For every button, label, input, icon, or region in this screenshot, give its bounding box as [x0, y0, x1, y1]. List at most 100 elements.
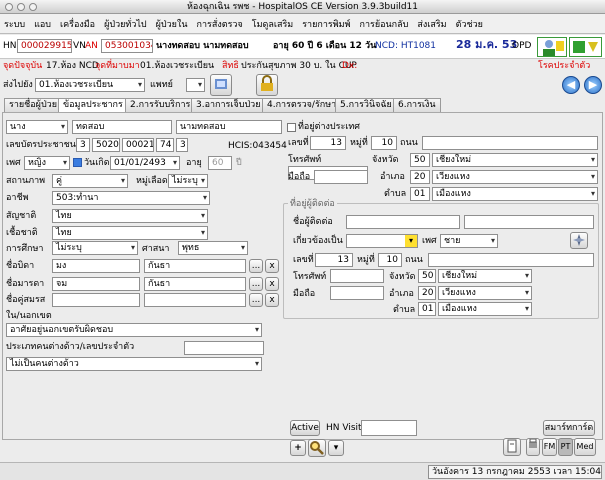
- mother-browse-button[interactable]: ...: [249, 277, 263, 291]
- tab-demographics[interactable]: ข้อมูลประชากร: [58, 98, 128, 113]
- lastname-field[interactable]: นามทดสอบ: [176, 120, 282, 134]
- spouse-browse-button[interactable]: ...: [249, 293, 263, 307]
- search-button[interactable]: [308, 439, 326, 457]
- dob-field[interactable]: 01/01/2493: [110, 156, 180, 170]
- forward-arrow-icon[interactable]: ▶: [584, 76, 602, 94]
- zoom-window-button[interactable]: [29, 3, 37, 11]
- education-select[interactable]: ไม่ระบุ: [52, 241, 138, 255]
- menu-system[interactable]: ระบบ: [4, 17, 25, 31]
- foreign-id-field[interactable]: [184, 341, 264, 355]
- address-subdistrict-code[interactable]: 01: [410, 187, 430, 201]
- send-icon-button[interactable]: [210, 74, 232, 96]
- contact-province-select[interactable]: เชียงใหม่: [438, 269, 532, 283]
- contact-lastname-field[interactable]: [464, 215, 594, 229]
- occupation-select[interactable]: 503:ทำนา: [52, 191, 210, 205]
- spouse-firstname-field[interactable]: [52, 293, 140, 307]
- contact-district-select[interactable]: เวียงแหง: [438, 286, 532, 300]
- dob-known-checkbox[interactable]: [73, 158, 82, 167]
- pid-part-3[interactable]: 00021: [122, 138, 154, 152]
- contact-no-field[interactable]: 13: [315, 253, 353, 267]
- address-province-code[interactable]: 50: [410, 153, 430, 167]
- status-select[interactable]: คู่: [52, 174, 128, 188]
- contact-relation-select[interactable]: ▾: [346, 234, 418, 248]
- menu-inpatient[interactable]: ผู้ป่วยใน: [156, 17, 188, 31]
- send-to-select[interactable]: 01.ห้องเวชระเบียน: [35, 78, 145, 92]
- address-province-select[interactable]: เชียงใหม่: [432, 153, 598, 167]
- tab-treatment[interactable]: 4.การตรวจ/รักษา: [262, 98, 342, 112]
- contact-subdistrict-select[interactable]: เมืองแหง: [438, 302, 532, 316]
- menu-view[interactable]: แอบ: [34, 17, 51, 31]
- hn-visit-field[interactable]: [361, 420, 417, 436]
- fm-button[interactable]: FM: [542, 438, 557, 456]
- menu-reports[interactable]: รายการพิมพ์: [302, 17, 350, 31]
- address-subdistrict-select[interactable]: เมืองแหง: [432, 187, 598, 201]
- contact-subdistrict-code[interactable]: 01: [418, 302, 436, 316]
- sex-select[interactable]: หญิง: [24, 156, 70, 170]
- prefix-select[interactable]: นาง: [6, 120, 68, 134]
- lock-button[interactable]: [256, 74, 278, 96]
- med-button[interactable]: Med: [574, 438, 596, 456]
- father-firstname-field[interactable]: มง: [52, 259, 140, 273]
- tab-diagnosis[interactable]: 5.การวินิจฉัย: [335, 98, 397, 112]
- address-road-field[interactable]: [422, 136, 598, 150]
- menu-helpers[interactable]: ตัวช่วย: [456, 17, 483, 31]
- tab-symptoms[interactable]: 3.อาการเจ็บป่วย: [191, 98, 266, 112]
- abroad-address-checkbox[interactable]: [287, 123, 296, 132]
- contact-phone-field[interactable]: [330, 269, 384, 283]
- age-field[interactable]: 60: [208, 156, 232, 170]
- smartcard-button[interactable]: สมาร์ทการ์ด: [543, 420, 595, 436]
- pid-part-5[interactable]: 3: [176, 138, 188, 152]
- back-arrow-icon[interactable]: ◀: [562, 76, 580, 94]
- mother-lastname-field[interactable]: กันธา: [144, 277, 246, 291]
- tab-service[interactable]: 2.การรับบริการ: [125, 98, 196, 112]
- father-browse-button[interactable]: ...: [249, 259, 263, 273]
- hn-field[interactable]: 000029915: [17, 39, 72, 53]
- mother-clear-button[interactable]: x: [265, 277, 279, 291]
- pid-part-4[interactable]: 74: [156, 138, 174, 152]
- note-button[interactable]: [503, 438, 521, 456]
- religion-select[interactable]: พุทธ: [178, 241, 248, 255]
- blood-select[interactable]: ไม่ระบุ: [168, 174, 208, 188]
- contact-road-field[interactable]: [428, 253, 594, 267]
- tab-billing[interactable]: 6.การเงิน: [393, 98, 441, 112]
- contact-sex-select[interactable]: ชาย: [440, 234, 498, 248]
- spouse-lastname-field[interactable]: [144, 293, 246, 307]
- area-select[interactable]: อาศัยอยู่นอกเขตรับผิดชอบ: [6, 323, 262, 337]
- contact-moo-field[interactable]: 10: [378, 253, 402, 267]
- address-district-code[interactable]: 20: [410, 170, 430, 184]
- minimize-window-button[interactable]: [17, 3, 25, 11]
- contact-province-code[interactable]: 50: [418, 269, 436, 283]
- tab-patient-list[interactable]: รายชื่อผู้ป่วย: [4, 98, 62, 112]
- pid-part-1[interactable]: 3: [76, 138, 90, 152]
- race-select[interactable]: ไทย: [52, 226, 208, 240]
- vn-field[interactable]: 053001034: [101, 39, 153, 53]
- firstname-field[interactable]: ทดสอบ: [72, 120, 172, 134]
- address-moo-field[interactable]: 10: [371, 136, 397, 150]
- spouse-clear-button[interactable]: x: [265, 293, 279, 307]
- menu-modules[interactable]: โมดูลเสริม: [252, 17, 293, 31]
- nationality-select[interactable]: ไทย: [52, 209, 208, 223]
- menu-tools[interactable]: เครื่องมือ: [60, 17, 95, 31]
- contact-district-code[interactable]: 20: [418, 286, 436, 300]
- father-lastname-field[interactable]: กันธา: [144, 259, 246, 273]
- father-clear-button[interactable]: x: [265, 259, 279, 273]
- print-button[interactable]: [526, 438, 540, 456]
- foreign-select[interactable]: ไม่เป็นคนต่างด้าว: [6, 357, 262, 371]
- address-district-select[interactable]: เวียงแหง: [432, 170, 598, 184]
- contact-mobile-field[interactable]: [330, 286, 384, 300]
- pt-button[interactable]: PT: [558, 438, 573, 456]
- doctor-select[interactable]: [186, 78, 205, 92]
- menu-orders[interactable]: การสั่งตรวจ: [197, 17, 243, 31]
- address-mobile-field[interactable]: [314, 170, 368, 184]
- contact-firstname-field[interactable]: [346, 215, 460, 229]
- menu-outpatient[interactable]: ผู้ป่วยทั่วไป: [104, 17, 147, 31]
- copy-address-button[interactable]: [570, 232, 588, 249]
- mother-firstname-field[interactable]: จม: [52, 277, 140, 291]
- pid-part-2[interactable]: 5020: [92, 138, 120, 152]
- close-window-button[interactable]: [5, 3, 13, 11]
- menu-promotion[interactable]: ส่งเสริม: [417, 17, 446, 31]
- add-button[interactable]: +: [290, 440, 306, 456]
- address-no-field[interactable]: 13: [310, 136, 346, 150]
- dropdown-button[interactable]: ▾: [328, 440, 344, 456]
- active-button[interactable]: Active: [290, 420, 320, 436]
